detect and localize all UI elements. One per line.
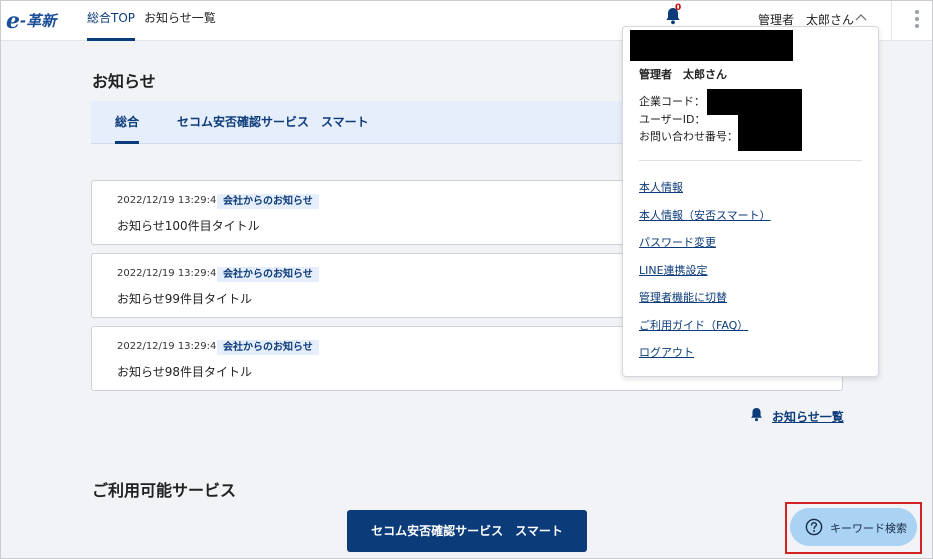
notice-date: 2022/12/19 13:29:46	[117, 195, 223, 206]
menu-item-switch-admin[interactable]: 管理者機能に切替	[639, 289, 727, 305]
more-vertical-icon[interactable]	[914, 10, 920, 30]
question-circle-icon	[805, 518, 823, 536]
secom-anpi-smart-button[interactable]: セコム安否確認サービス スマート	[347, 510, 587, 552]
bell-icon	[751, 408, 762, 422]
tab-secom-anpi-smart[interactable]: セコム安否確認サービス スマート	[177, 101, 369, 144]
header-divider	[891, 0, 892, 41]
menu-item-profile[interactable]: 本人情報	[639, 179, 683, 195]
company-code-label: 企業コード：	[639, 95, 705, 108]
svg-text:-革新: -革新	[20, 12, 59, 30]
notice-title[interactable]: お知らせ99件目タイトル	[117, 290, 252, 307]
chevron-up-icon[interactable]	[855, 12, 867, 22]
user-id-label: ユーザーID：	[639, 113, 706, 126]
menu-item-profile-anpi-smart[interactable]: 本人情報（安否スマート）	[639, 207, 771, 223]
notices-heading: お知らせ	[92, 72, 156, 91]
notice-category-tag: 会社からのお知らせ	[217, 194, 319, 209]
notice-date: 2022/12/19 13:29:46	[117, 341, 223, 352]
keyword-search-label: キーワード検索	[830, 522, 907, 535]
notice-date: 2022/12/19 13:29:46	[117, 268, 223, 279]
tab-general[interactable]: 総合	[115, 101, 140, 144]
notice-title[interactable]: お知らせ100件目タイトル	[117, 217, 260, 234]
menu-divider	[639, 160, 862, 161]
redacted-block	[707, 89, 802, 115]
menu-user-name: 管理者 太郎さん	[639, 68, 727, 81]
inquiry-number-label: お問い合わせ番号：	[639, 130, 738, 143]
e-kakushin-logo[interactable]: e -革新	[5, 8, 73, 34]
menu-item-guide-faq[interactable]: ご利用ガイド（FAQ）	[639, 317, 748, 333]
redacted-block	[630, 30, 793, 61]
user-dropdown-menu: 管理者 太郎さん 企業コード： ユーザーID： お問い合わせ番号： 本人情報 本…	[622, 26, 879, 377]
all-notices-label[interactable]: お知らせ一覧	[772, 408, 844, 425]
keyword-search-button[interactable]: キーワード検索	[790, 508, 917, 546]
notification-count-badge: 0	[675, 3, 682, 13]
nav-top[interactable]: 総合TOP	[87, 0, 136, 41]
services-heading: ご利用可能サービス	[92, 481, 237, 500]
menu-item-change-password[interactable]: パスワード変更	[639, 234, 716, 250]
redacted-block	[738, 115, 802, 151]
notice-title[interactable]: お知らせ98件目タイトル	[117, 363, 252, 380]
notice-category-tag: 会社からのお知らせ	[217, 267, 319, 282]
nav-notice-list[interactable]: お知らせ一覧	[144, 0, 216, 41]
menu-item-logout[interactable]: ログアウト	[639, 344, 694, 360]
notice-category-tag: 会社からのお知らせ	[217, 340, 319, 355]
menu-item-line-settings[interactable]: LINE連携設定	[639, 262, 708, 278]
svg-text:e: e	[6, 8, 20, 34]
